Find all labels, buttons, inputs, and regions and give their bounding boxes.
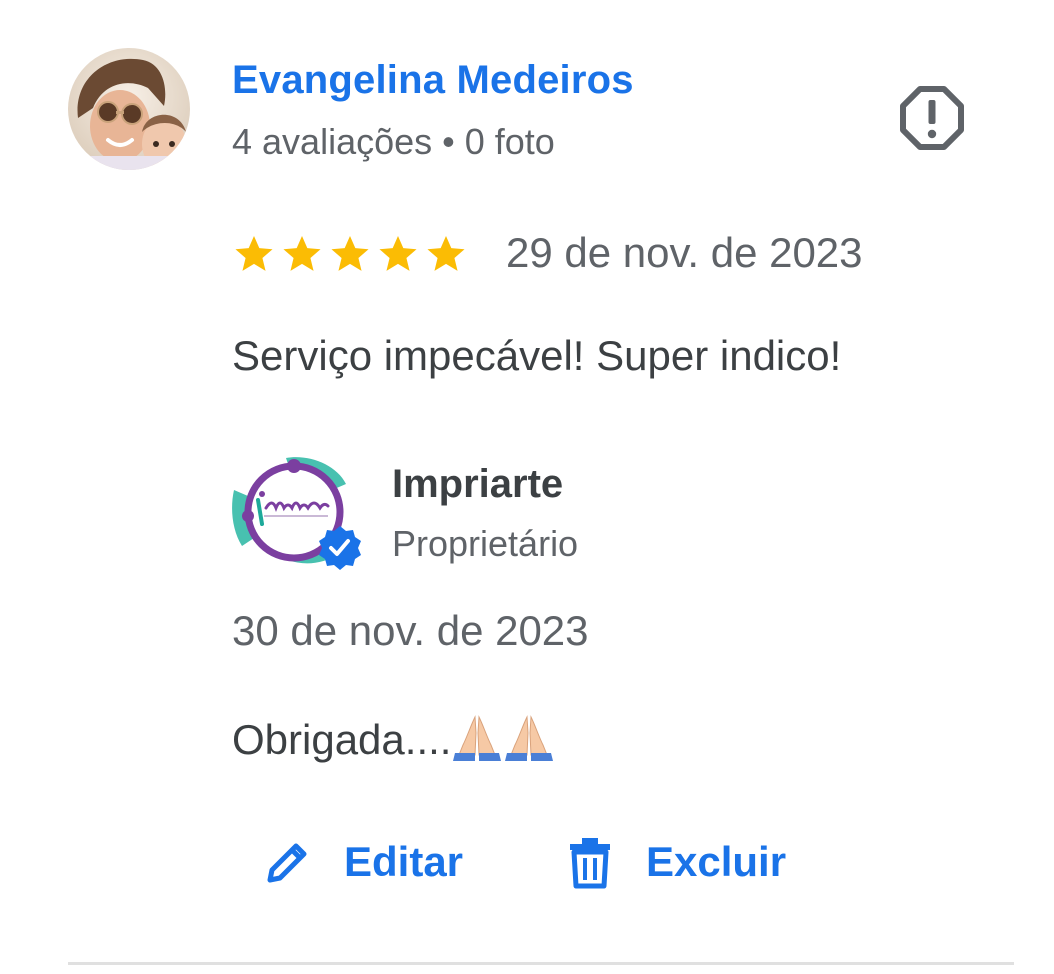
reply-text-body: Obrigada.... (232, 716, 452, 763)
reviewer-avatar[interactable] (68, 48, 190, 170)
review-date: 29 de nov. de 2023 (506, 229, 863, 276)
pray-icon (453, 715, 502, 761)
meta-separator: • (442, 121, 455, 162)
star-icon (427, 236, 465, 271)
delete-button[interactable]: Excluir (564, 830, 786, 894)
review-text: Serviço impecável! Super indico! (232, 332, 842, 379)
owner-logo (228, 450, 368, 574)
report-review-button[interactable] (898, 84, 966, 152)
edit-button[interactable]: Editar (262, 830, 463, 894)
star-rating (232, 230, 468, 278)
reply-emoji (451, 715, 555, 763)
reply-date: 30 de nov. de 2023 (232, 607, 589, 654)
reviewer-meta: 4 avaliações • 0 foto (232, 118, 555, 166)
star-icon (235, 236, 273, 271)
owner-role: Proprietário (392, 523, 579, 564)
photos-count: 0 foto (464, 121, 555, 162)
star-icon (379, 236, 417, 271)
pray-icon (505, 715, 554, 761)
trash-icon (570, 838, 610, 889)
pencil-icon (267, 843, 307, 883)
owner-name: Impriarte (392, 462, 564, 506)
divider (68, 962, 1014, 965)
delete-label: Excluir (646, 838, 787, 885)
star-icon (331, 236, 369, 271)
reviewer-name[interactable]: Evangelina Medeiros (232, 54, 634, 106)
report-octagon-icon (900, 86, 964, 150)
reply-text: Obrigada.... (232, 712, 555, 768)
star-icon (283, 236, 321, 271)
edit-label: Editar (344, 838, 464, 885)
reviews-count: 4 avaliações (232, 121, 433, 162)
